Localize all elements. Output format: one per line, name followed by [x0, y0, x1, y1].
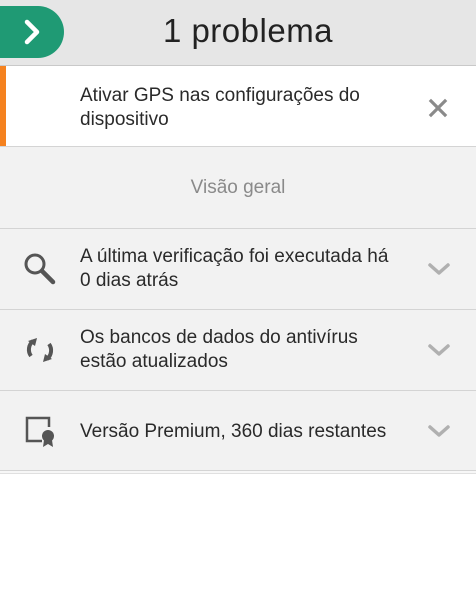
overview-section-header: Visão geral	[0, 147, 476, 229]
list-item-label: Os bancos de dados do antivírus estão at…	[80, 327, 358, 372]
close-icon	[428, 98, 448, 118]
problem-text: Ativar GPS nas configurações do disposit…	[80, 85, 360, 130]
chevron-down-icon[interactable]	[426, 337, 452, 363]
premium-certificate-icon	[20, 411, 60, 451]
list-item-label: A última verificação foi executada há 0 …	[80, 246, 389, 291]
chevron-down-icon[interactable]	[426, 256, 452, 282]
refresh-icon	[20, 330, 60, 370]
page-title: 1 problema	[162, 12, 334, 49]
chevron-down-icon[interactable]	[426, 418, 452, 444]
list-item-premium[interactable]: Versão Premium, 360 dias restantes	[0, 391, 476, 471]
list-item-last-scan[interactable]: A última verificação foi executada há 0 …	[0, 229, 476, 310]
list-item-databases[interactable]: Os bancos de dados do antivírus estão at…	[0, 310, 476, 391]
problem-item[interactable]: Ativar GPS nas configurações do disposit…	[0, 66, 476, 147]
list-item-label: Versão Premium, 360 dias restantes	[80, 421, 387, 442]
search-icon	[20, 249, 60, 289]
dismiss-button[interactable]	[424, 94, 452, 122]
list-bottom-divider	[0, 471, 476, 474]
overview-label: Visão geral	[190, 177, 286, 198]
header-bar: 1 problema	[0, 0, 476, 66]
problem-accent-bar	[0, 66, 6, 146]
